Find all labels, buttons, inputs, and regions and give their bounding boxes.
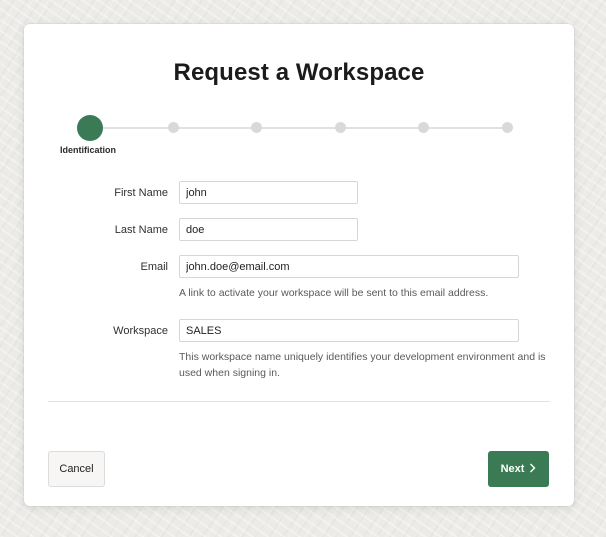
wizard-step-2	[168, 122, 179, 133]
wizard-step-6	[502, 122, 513, 133]
request-workspace-dialog: Request a Workspace Identification First…	[24, 24, 574, 506]
wizard-step-5	[418, 122, 429, 133]
next-button[interactable]: Next	[488, 451, 549, 487]
wizard-step-3	[251, 122, 262, 133]
wizard-track	[90, 127, 507, 129]
next-button-label: Next	[500, 463, 525, 475]
wizard-step-4	[335, 122, 346, 133]
chevron-right-icon	[529, 462, 536, 476]
email-label: Email	[140, 261, 168, 273]
footer-divider	[48, 401, 550, 402]
email-help-text: A link to activate your workspace will b…	[179, 287, 489, 299]
last-name-label: Last Name	[114, 224, 168, 236]
first-name-input[interactable]	[179, 181, 358, 204]
cancel-button[interactable]: Cancel	[48, 451, 105, 487]
wizard-step-1-current	[77, 115, 103, 141]
wizard-step-label: Identification	[60, 145, 116, 155]
cancel-button-label: Cancel	[59, 463, 94, 475]
first-name-label: First Name	[114, 187, 168, 199]
workspace-input[interactable]	[179, 319, 519, 342]
email-input[interactable]	[179, 255, 519, 278]
wizard-progress: Identification	[24, 24, 574, 164]
workspace-help-text: This workspace name uniquely identifies …	[179, 351, 546, 379]
workspace-label: Workspace	[113, 325, 168, 337]
last-name-input[interactable]	[179, 218, 358, 241]
